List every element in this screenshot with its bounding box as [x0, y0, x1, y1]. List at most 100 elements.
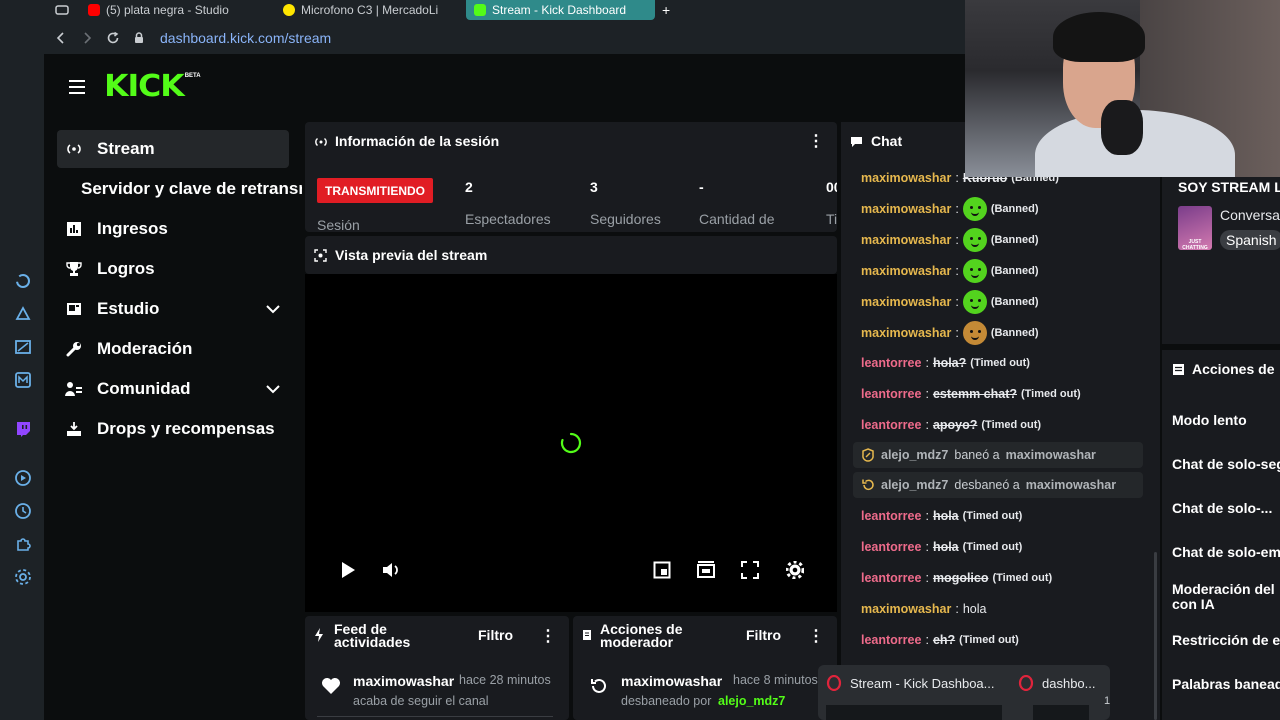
chat-message[interactable]: leantorree: hola (Timed out) — [861, 509, 1022, 523]
site-info-button[interactable] — [126, 25, 152, 51]
restriction-setting[interactable]: Restricción de e — [1172, 633, 1280, 648]
window-thumbnail — [826, 705, 1002, 720]
theater-mode-icon[interactable] — [697, 561, 715, 579]
chat-message[interactable]: maximowashar: (Banned) — [861, 259, 1038, 283]
hamburger-menu-icon[interactable] — [68, 79, 86, 95]
play-icon[interactable] — [340, 561, 356, 579]
mod-event-row[interactable]: alejo_mdz7 desbaneó a maximowashar — [853, 472, 1143, 498]
community-icon — [65, 380, 83, 398]
sidebar-item-stream-key[interactable]: Servidor y clave de retransmisión — [57, 170, 302, 208]
emotes-only-setting[interactable]: Chat de solo-em — [1172, 545, 1280, 560]
subs-only-setting[interactable]: Chat de solo-... — [1172, 501, 1272, 516]
amount-value: - — [699, 179, 704, 195]
new-tab-button[interactable]: + — [662, 0, 676, 20]
player-icon[interactable] — [14, 469, 32, 487]
chat-message[interactable]: leantorree: mogolico (Timed out) — [861, 571, 1052, 585]
ai-moderation-setting[interactable]: Moderación del — [1172, 582, 1275, 597]
webcam-overlay — [965, 0, 1280, 177]
taskbar-item-dashboard[interactable]: dashbo... — [1018, 675, 1096, 691]
sidebar-item-comunidad[interactable]: Comunidad — [57, 370, 289, 408]
twitch-icon[interactable] — [14, 420, 32, 438]
mod-action-by[interactable]: alejo_mdz7 — [718, 694, 785, 708]
chat-message[interactable]: leantorree: apoyo? (Timed out) — [861, 418, 1041, 432]
pinboard-icon[interactable] — [14, 338, 32, 356]
loading-spinner-icon — [560, 432, 582, 454]
settings-icon[interactable] — [14, 568, 32, 586]
banned-words-setting[interactable]: Palabras banead — [1172, 677, 1280, 692]
tab-youtube-studio[interactable]: (5) plata negra - Studio — [88, 0, 273, 20]
activity-text: acaba de seguir el canal — [353, 694, 489, 708]
window-thumbnail — [1033, 705, 1089, 720]
chatgpt-icon[interactable] — [14, 272, 32, 290]
kick-logo[interactable]: KICK BETA — [104, 70, 200, 104]
emote-icon — [962, 321, 987, 345]
messenger-icon[interactable] — [14, 371, 32, 389]
chat-message[interactable]: leantorree: eh? (Timed out) — [861, 633, 1019, 647]
stream-title[interactable]: SOY STREAM L — [1178, 179, 1280, 195]
mod-action-user[interactable]: maximowashar — [621, 673, 722, 689]
browser-sidebar — [0, 0, 44, 720]
activity-filter-button[interactable]: Filtro — [478, 627, 513, 643]
sidebar-item-moderacion[interactable]: Moderación — [57, 330, 289, 368]
mod-actions-title-2: moderador — [600, 634, 674, 650]
chat-actions-title: Acciones de — [1192, 361, 1275, 377]
history-icon[interactable] — [14, 502, 32, 520]
category-thumbnail[interactable]: JUST CHATTING — [1178, 206, 1212, 250]
stream-preview-title: Vista previa del stream — [335, 247, 488, 263]
chat-message[interactable]: leantorree: estemm chat? (Timed out) — [861, 387, 1081, 401]
followers-value: 3 — [590, 179, 598, 195]
undo-icon — [862, 479, 874, 491]
activity-user[interactable]: maximowashar — [353, 673, 454, 689]
volume-icon[interactable] — [382, 561, 402, 579]
mod-actions-panel: Acciones de moderador Filtro ⋮ maximowas… — [573, 616, 837, 720]
fullscreen-icon[interactable] — [741, 561, 759, 579]
divider — [317, 716, 553, 717]
ai-moderation-setting-2[interactable]: con IA — [1172, 597, 1215, 612]
stream-category[interactable]: Conversa — [1220, 207, 1280, 223]
chat-message[interactable]: leantorree: hola (Timed out) — [861, 540, 1022, 554]
mod-actions-menu-button[interactable]: ⋮ — [808, 626, 824, 646]
chat-message[interactable]: leantorree: hola? (Timed out) — [861, 356, 1030, 370]
chevron-down-icon[interactable] — [265, 301, 281, 317]
chevron-right-icon — [84, 32, 92, 44]
chat-message[interactable]: maximowashar: (Banned) — [861, 321, 1038, 345]
youtube-studio-icon — [88, 4, 100, 16]
mod-actions-filter-button[interactable]: Filtro — [746, 627, 781, 643]
back-button[interactable] — [48, 25, 74, 51]
gear-icon[interactable] — [786, 561, 804, 579]
chevron-down-icon[interactable] — [265, 381, 281, 397]
sidebar-item-estudio[interactable]: Estudio — [57, 290, 289, 328]
amount-label: Cantidad de — [699, 211, 775, 227]
mod-action-time: hace 8 minutos — [733, 673, 818, 687]
tab-kick-dashboard[interactable]: Stream - Kick Dashboard — [466, 0, 655, 20]
forward-button[interactable] — [74, 25, 100, 51]
extensions-icon[interactable] — [14, 535, 32, 553]
chat-message[interactable]: maximowashar: hola — [861, 602, 986, 616]
mod-event-row[interactable]: alejo_mdz7 baneó a maximowashar — [853, 442, 1143, 468]
session-menu-button[interactable]: ⋮ — [808, 131, 824, 151]
activity-menu-button[interactable]: ⋮ — [540, 626, 556, 646]
time-label: Ti — [826, 211, 837, 227]
sidebar-item-ingresos[interactable]: Ingresos — [57, 210, 289, 248]
sidebar-item-stream[interactable]: Stream — [57, 130, 289, 168]
stream-preview-player[interactable] — [305, 274, 837, 612]
activity-time: hace 28 minutos — [459, 673, 551, 687]
slow-mode-setting[interactable]: Modo lento — [1172, 413, 1247, 428]
taskbar-item-kick[interactable]: Stream - Kick Dashboa... — [826, 675, 995, 691]
stream-preview-header: Vista previa del stream — [305, 236, 837, 274]
chat-message[interactable]: maximowashar: (Banned) — [861, 228, 1038, 252]
tab-mercadolibre[interactable]: Microfono C3 | MercadoLi — [283, 0, 458, 20]
reload-button[interactable] — [100, 25, 126, 51]
workspace-icon[interactable] — [54, 2, 70, 18]
emote-icon — [962, 228, 987, 252]
crypto-wallet-icon[interactable] — [14, 305, 32, 323]
chat-message[interactable]: maximowashar: (Banned) — [861, 197, 1038, 221]
chat-scrollbar[interactable] — [1154, 552, 1157, 720]
sidebar-item-logros[interactable]: Logros — [57, 250, 289, 288]
url-text[interactable]: dashboard.kick.com/stream — [160, 30, 331, 46]
sidebar-item-drops[interactable]: Drops y recompensas — [57, 410, 289, 448]
chat-message[interactable]: maximowashar: (Banned) — [861, 290, 1038, 314]
followers-only-setting[interactable]: Chat de solo-seg — [1172, 457, 1280, 472]
miniplayer-icon[interactable] — [653, 561, 671, 579]
studio-icon — [65, 300, 83, 318]
